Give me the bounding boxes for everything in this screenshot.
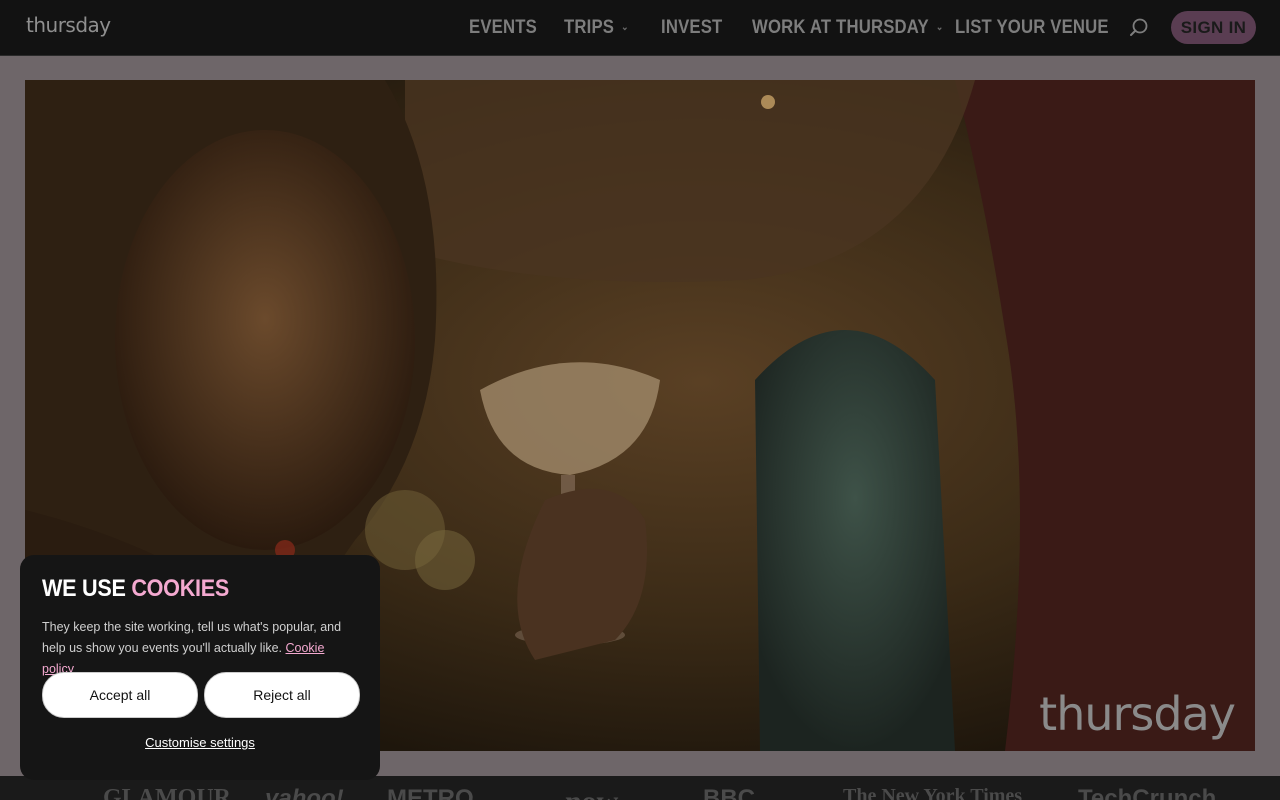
nav-item-trips[interactable]: TRIPS ⌄ [564, 17, 629, 39]
nav-item-events[interactable]: EVENTS [469, 17, 537, 39]
yahoo-logo: yahoo! [265, 785, 344, 800]
top-navigation: thursday EVENTS TRIPS ⌄ INVEST WORK AT TH… [0, 0, 1280, 56]
reject-all-button[interactable]: Reject all [204, 672, 360, 718]
accept-all-button[interactable]: Accept all [42, 672, 198, 718]
nav-item-label: WORK AT THURSDAY [752, 17, 929, 38]
nav-item-work-at-thursday[interactable]: WORK AT THURSDAY ⌄ [752, 17, 943, 39]
cookie-title-prefix: WE USE [42, 575, 132, 602]
cookie-title-highlight: COOKIES [131, 575, 230, 602]
nav-item-label: TRIPS [564, 17, 615, 38]
nav-item-label: EVENTS [469, 17, 537, 38]
cookie-banner: WE USE COOKIES They keep the site workin… [20, 555, 380, 780]
new-york-times-logo: The New York Times [843, 785, 1023, 800]
nav-item-label: INVEST [661, 17, 723, 38]
metro-logo: METRO [387, 785, 474, 800]
now-logo: now [565, 785, 618, 800]
search-icon[interactable] [1128, 17, 1150, 39]
nav-item-invest[interactable]: INVEST [661, 17, 722, 39]
bbc-logo: BBC [703, 785, 755, 800]
chevron-down-icon: ⌄ [935, 22, 944, 33]
cookie-description: They keep the site working, tell us what… [42, 617, 358, 680]
techcrunch-logo: TechCrunch [1078, 785, 1217, 800]
nav-item-list-your-venue[interactable]: LIST YOUR VENUE [955, 17, 1109, 39]
glamour-logo: GLAMOUR [103, 785, 231, 800]
thursday-logo[interactable]: thursday [26, 13, 111, 37]
thursday-watermark: thursday [1039, 687, 1236, 741]
sign-in-button[interactable]: SIGN IN [1171, 11, 1256, 44]
customise-settings-link[interactable]: Customise settings [20, 735, 380, 750]
nav-item-label: LIST YOUR VENUE [955, 17, 1109, 38]
cookie-title: WE USE COOKIES [42, 575, 326, 603]
chevron-down-icon: ⌄ [621, 22, 629, 33]
